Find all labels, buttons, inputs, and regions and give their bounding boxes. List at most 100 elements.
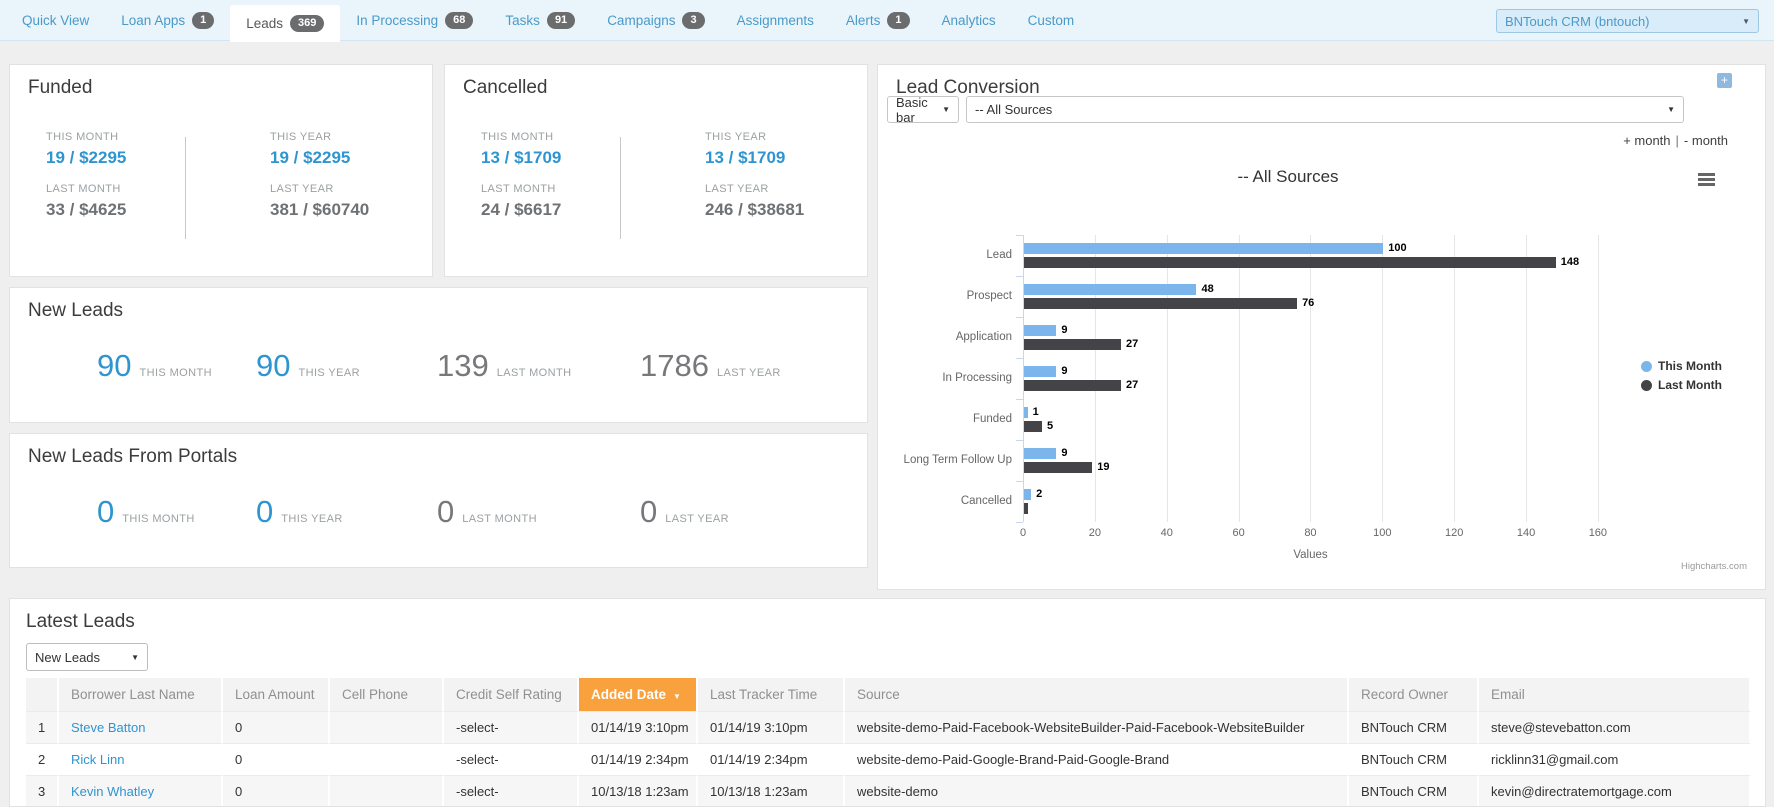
leads-filter-select-value: New Leads bbox=[35, 650, 100, 665]
bar-value-label: 9 bbox=[1061, 447, 1067, 459]
table-row[interactable]: 2Rick Linn0-select-01/14/19 2:34pm01/14/… bbox=[26, 743, 1751, 775]
lead-name-link[interactable]: Rick Linn bbox=[71, 752, 124, 767]
tab-assignments[interactable]: Assignments bbox=[721, 0, 830, 41]
chart-bar[interactable] bbox=[1024, 462, 1092, 473]
legend-item[interactable]: This Month bbox=[1641, 359, 1722, 373]
column-header-name[interactable]: Borrower Last Name bbox=[59, 678, 223, 711]
column-header-record_owner[interactable]: Record Owner bbox=[1349, 678, 1479, 711]
tab-campaigns[interactable]: Campaigns3 bbox=[591, 0, 720, 41]
tab-quick-view[interactable]: Quick View bbox=[6, 0, 105, 41]
cell-loan_amount: 0 bbox=[223, 743, 330, 775]
legend-label: This Month bbox=[1658, 359, 1722, 373]
x-tick-label: 140 bbox=[1506, 527, 1546, 539]
lead-name-link[interactable]: Kevin Whatley bbox=[71, 784, 154, 799]
stat-column: THIS MONTH13 / $1709LAST MONTH24 / $6617 bbox=[481, 131, 561, 235]
stat: LAST MONTH33 / $4625 bbox=[46, 183, 126, 220]
stat-value: 24 / $6617 bbox=[481, 200, 561, 220]
big-stat: 0 LAST MONTH bbox=[437, 494, 640, 530]
tab-tasks[interactable]: Tasks91 bbox=[489, 0, 591, 41]
bar-value-label: 2 bbox=[1036, 488, 1042, 500]
tab-custom[interactable]: Custom bbox=[1012, 0, 1091, 41]
column-header-label: Last Tracker Time bbox=[710, 687, 817, 702]
tab-loan-apps[interactable]: Loan Apps1 bbox=[105, 0, 230, 41]
tab-alerts[interactable]: Alerts1 bbox=[830, 0, 926, 41]
x-tick-label: 80 bbox=[1290, 527, 1330, 539]
tab-badge: 91 bbox=[547, 12, 575, 28]
funded-stats: THIS MONTH19 / $2295LAST MONTH33 / $4625… bbox=[10, 65, 432, 276]
chart-bar[interactable] bbox=[1024, 339, 1121, 350]
big-stat-label: LAST MONTH bbox=[462, 513, 537, 525]
stat-column: THIS YEAR19 / $2295 LAST YEAR381 / $60740 bbox=[270, 131, 369, 235]
tab-leads[interactable]: Leads369 bbox=[230, 5, 340, 42]
axis-tick bbox=[1016, 317, 1023, 318]
big-stat-label: THIS MONTH bbox=[139, 367, 211, 379]
portals-stats: 0THIS MONTH0THIS YEAR0LAST MONTH0LAST YE… bbox=[97, 494, 729, 530]
chart-bar[interactable] bbox=[1024, 489, 1031, 500]
column-header-cell_phone[interactable]: Cell Phone bbox=[330, 678, 444, 711]
account-select-value: BNTouch CRM (bntouch) bbox=[1505, 14, 1650, 29]
legend-marker bbox=[1641, 380, 1652, 391]
column-header-loan_amount[interactable]: Loan Amount bbox=[223, 678, 330, 711]
bar-value-label: 9 bbox=[1061, 365, 1067, 377]
big-stat: 0LAST YEAR bbox=[640, 494, 729, 530]
category-label: Long Term Follow Up bbox=[882, 454, 1012, 466]
chart-bar[interactable] bbox=[1024, 257, 1556, 268]
big-stat-value: 0 bbox=[437, 494, 454, 530]
column-header-tracker_time[interactable]: Last Tracker Time bbox=[698, 678, 845, 711]
lead-name-link[interactable]: Steve Batton bbox=[71, 720, 145, 735]
chart-bar[interactable] bbox=[1024, 503, 1028, 514]
chart-gridline bbox=[1167, 235, 1168, 522]
chart-bar[interactable] bbox=[1024, 407, 1028, 418]
chart-bar[interactable] bbox=[1024, 298, 1297, 309]
panel-title: New Leads From Portals bbox=[28, 446, 237, 468]
chart-bar[interactable] bbox=[1024, 243, 1383, 254]
account-select[interactable]: BNTouch CRM (bntouch) ▼ bbox=[1496, 9, 1759, 33]
x-tick-label: 160 bbox=[1578, 527, 1618, 539]
category-label: Funded bbox=[882, 413, 1012, 425]
chart-bar[interactable] bbox=[1024, 448, 1056, 459]
tab-in-processing[interactable]: In Processing68 bbox=[340, 0, 489, 41]
cancelled-panel: Cancelled THIS MONTH13 / $1709LAST MONTH… bbox=[444, 64, 868, 277]
chart-bar[interactable] bbox=[1024, 284, 1196, 295]
stat: LAST YEAR381 / $60740 bbox=[270, 183, 369, 220]
big-stat: 139LAST MONTH bbox=[437, 348, 640, 384]
column-header-source[interactable]: Source bbox=[845, 678, 1349, 711]
big-stat-label: THIS YEAR bbox=[298, 367, 359, 379]
axis-tick bbox=[1016, 481, 1023, 482]
column-header-added_date[interactable]: Added Date▼ bbox=[579, 678, 698, 711]
column-header-email[interactable]: Email bbox=[1479, 678, 1751, 711]
tab-badge: 369 bbox=[290, 15, 324, 31]
stat-label: THIS YEAR bbox=[270, 131, 369, 143]
cell-credit_rating: -select- bbox=[444, 743, 579, 775]
chart-gridline bbox=[1310, 235, 1311, 522]
column-header-credit_rating[interactable]: Credit Self Rating bbox=[444, 678, 579, 711]
top-nav: Quick ViewLoan Apps1Leads369In Processin… bbox=[0, 0, 1774, 41]
leads-filter-select[interactable]: New Leads ▼ bbox=[26, 643, 148, 671]
new-leads-panel: New Leads 90THIS MONTH90THIS YEAR139LAST… bbox=[9, 287, 868, 423]
chart-bar[interactable] bbox=[1024, 421, 1042, 432]
tab-badge: 1 bbox=[192, 12, 214, 28]
column-header-num[interactable] bbox=[26, 678, 59, 711]
stats-divider bbox=[620, 137, 621, 239]
table-row[interactable]: 3Kevin Whatley0-select-10/13/18 1:23am10… bbox=[26, 775, 1751, 807]
cell-tracker_time: 01/14/19 3:10pm bbox=[698, 711, 845, 743]
stat-label: THIS MONTH bbox=[46, 131, 126, 143]
chart-bar[interactable] bbox=[1024, 325, 1056, 336]
x-tick-label: 60 bbox=[1219, 527, 1259, 539]
cell-record_owner: BNTouch CRM bbox=[1349, 711, 1479, 743]
tab-analytics[interactable]: Analytics bbox=[926, 0, 1012, 41]
legend-item[interactable]: Last Month bbox=[1641, 378, 1722, 392]
stat: THIS YEAR19 / $2295 bbox=[270, 131, 369, 168]
table-row[interactable]: 1Steve Batton0-select-01/14/19 3:10pm01/… bbox=[26, 711, 1751, 743]
chart-bar[interactable] bbox=[1024, 366, 1056, 377]
tab-label: Analytics bbox=[942, 13, 996, 28]
big-stat: 0THIS YEAR bbox=[256, 494, 437, 530]
highcharts-credit[interactable]: Highcharts.com bbox=[1681, 561, 1747, 572]
chart-bar[interactable] bbox=[1024, 380, 1121, 391]
big-stat-label: LAST MONTH bbox=[497, 367, 572, 379]
x-axis-title: Values bbox=[1023, 549, 1598, 561]
chart-gridline bbox=[1526, 235, 1527, 522]
chevron-down-icon: ▼ bbox=[131, 653, 139, 662]
funded-panel: Funded THIS MONTH19 / $2295LAST MONTH33 … bbox=[9, 64, 433, 277]
cell-num: 3 bbox=[26, 775, 59, 807]
